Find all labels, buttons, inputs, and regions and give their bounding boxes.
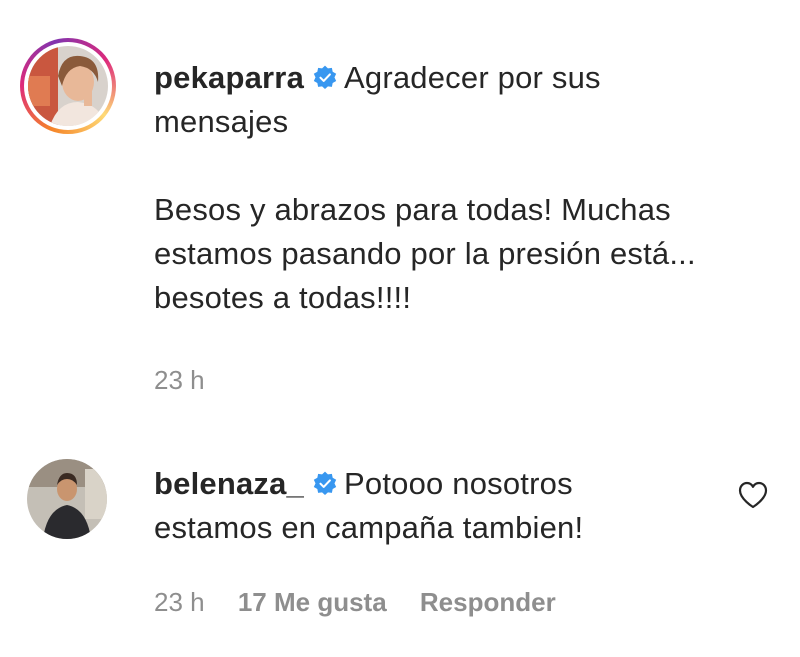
comment-text: Agradecer por sus <box>344 60 601 95</box>
username[interactable]: belenaza_ <box>154 466 304 501</box>
comment-text: Potooo nosotros <box>344 466 573 501</box>
avatar-photo <box>27 459 107 539</box>
likes-count-button[interactable]: 17 Me gusta <box>238 587 387 617</box>
reply-button[interactable]: Responder <box>420 587 556 617</box>
comment-body: pekaparra Agradecer por sus mensajes Bes… <box>154 56 774 320</box>
heart-outline-icon[interactable] <box>737 480 769 510</box>
username[interactable]: pekaparra <box>154 60 304 95</box>
verified-badge-icon <box>313 65 337 90</box>
timestamp[interactable]: 23 h <box>154 587 205 617</box>
avatar[interactable] <box>28 46 108 126</box>
comment-belenaza: belenaza_ Potooo nosotros estamos en cam… <box>0 440 800 657</box>
comment-text: estamos en campaña tambien! <box>154 510 584 545</box>
comment-text: Besos y abrazos para todas! Muchas <box>154 192 671 227</box>
comment-text: mensajes <box>154 104 289 139</box>
timestamp[interactable]: 23 h <box>154 365 205 395</box>
story-ring[interactable] <box>20 38 116 134</box>
comment-body: belenaza_ Potooo nosotros estamos en cam… <box>154 462 714 550</box>
comment-text: besotes a todas!!!! <box>154 280 412 315</box>
comment-meta: 23 h 17 Me gusta Responder <box>154 587 582 618</box>
verified-badge-icon <box>313 471 337 496</box>
avatar[interactable] <box>27 459 107 539</box>
comment-meta: 23 h <box>154 365 231 396</box>
comment-pekaparra: pekaparra Agradecer por sus mensajes Bes… <box>0 0 800 420</box>
comment-text: estamos pasando por la presión está... <box>154 236 696 271</box>
avatar-photo <box>28 46 108 126</box>
